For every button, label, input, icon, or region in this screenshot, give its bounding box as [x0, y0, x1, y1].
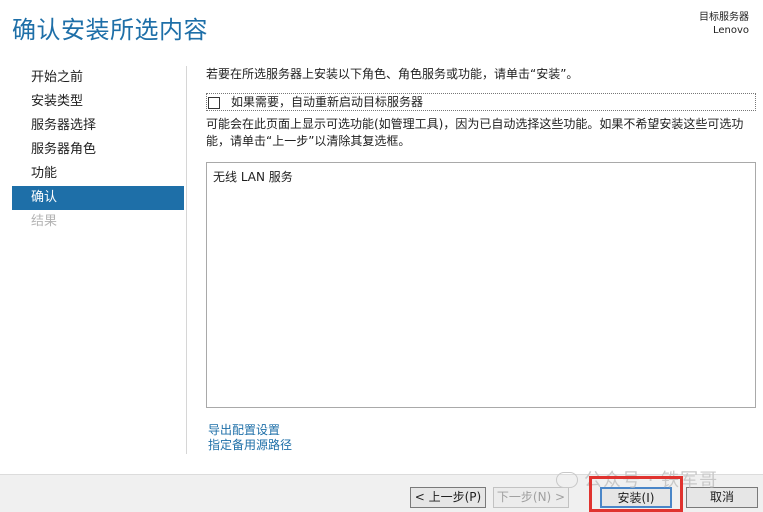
- target-server-value: Lenovo: [712, 25, 749, 36]
- target-server: 目标服务器 Lenovo: [699, 11, 749, 37]
- selected-feature-item: 无线 LAN 服务: [213, 170, 293, 184]
- restart-checkbox-label[interactable]: 如果需要，自动重新启动目标服务器: [231, 94, 423, 110]
- watermark-text: 公众号 · 铁军哥: [584, 470, 719, 491]
- nav-item-results: 结果: [31, 214, 58, 229]
- wizard-steps-nav: 开始之前 安装类型 服务器选择 服务器角色 功能 确认 结果: [12, 66, 184, 234]
- target-server-label: 目标服务器: [699, 12, 749, 23]
- nav-item-before-you-begin[interactable]: 开始之前: [12, 66, 184, 90]
- nav-item-features[interactable]: 功能: [12, 162, 184, 186]
- selection-list-box[interactable]: 无线 LAN 服务: [206, 162, 756, 408]
- optional-features-note: 可能会在此页面上显示可选功能(如管理工具)，因为已自动选择这些功能。如果不希望安…: [206, 117, 744, 148]
- nav-divider: [186, 66, 187, 454]
- wechat-watermark-icon: [556, 472, 578, 488]
- links-area: 导出配置设置 指定备用源路径: [208, 423, 292, 453]
- next-button: 下一步(N) >: [493, 487, 569, 508]
- export-config-link[interactable]: 导出配置设置: [208, 423, 292, 438]
- intro-text: 若要在所选服务器上安装以下角色、角色服务或功能，请单击“安装”。: [206, 67, 579, 81]
- main-content: 若要在所选服务器上安装以下角色、角色服务或功能，请单击“安装”。 如果需要，自动…: [206, 66, 756, 452]
- previous-button[interactable]: < 上一步(P): [410, 487, 486, 508]
- alternate-source-link[interactable]: 指定备用源路径: [208, 438, 292, 453]
- nav-item-server-roles[interactable]: 服务器角色: [12, 138, 184, 162]
- restart-checkbox[interactable]: [208, 97, 220, 109]
- page-title: 确认安装所选内容: [12, 16, 208, 44]
- restart-option[interactable]: 如果需要，自动重新启动目标服务器: [206, 93, 756, 111]
- nav-item-installation-type[interactable]: 安装类型: [12, 90, 184, 114]
- nav-item-confirmation[interactable]: 确认: [12, 186, 184, 210]
- nav-item-server-selection[interactable]: 服务器选择: [12, 114, 184, 138]
